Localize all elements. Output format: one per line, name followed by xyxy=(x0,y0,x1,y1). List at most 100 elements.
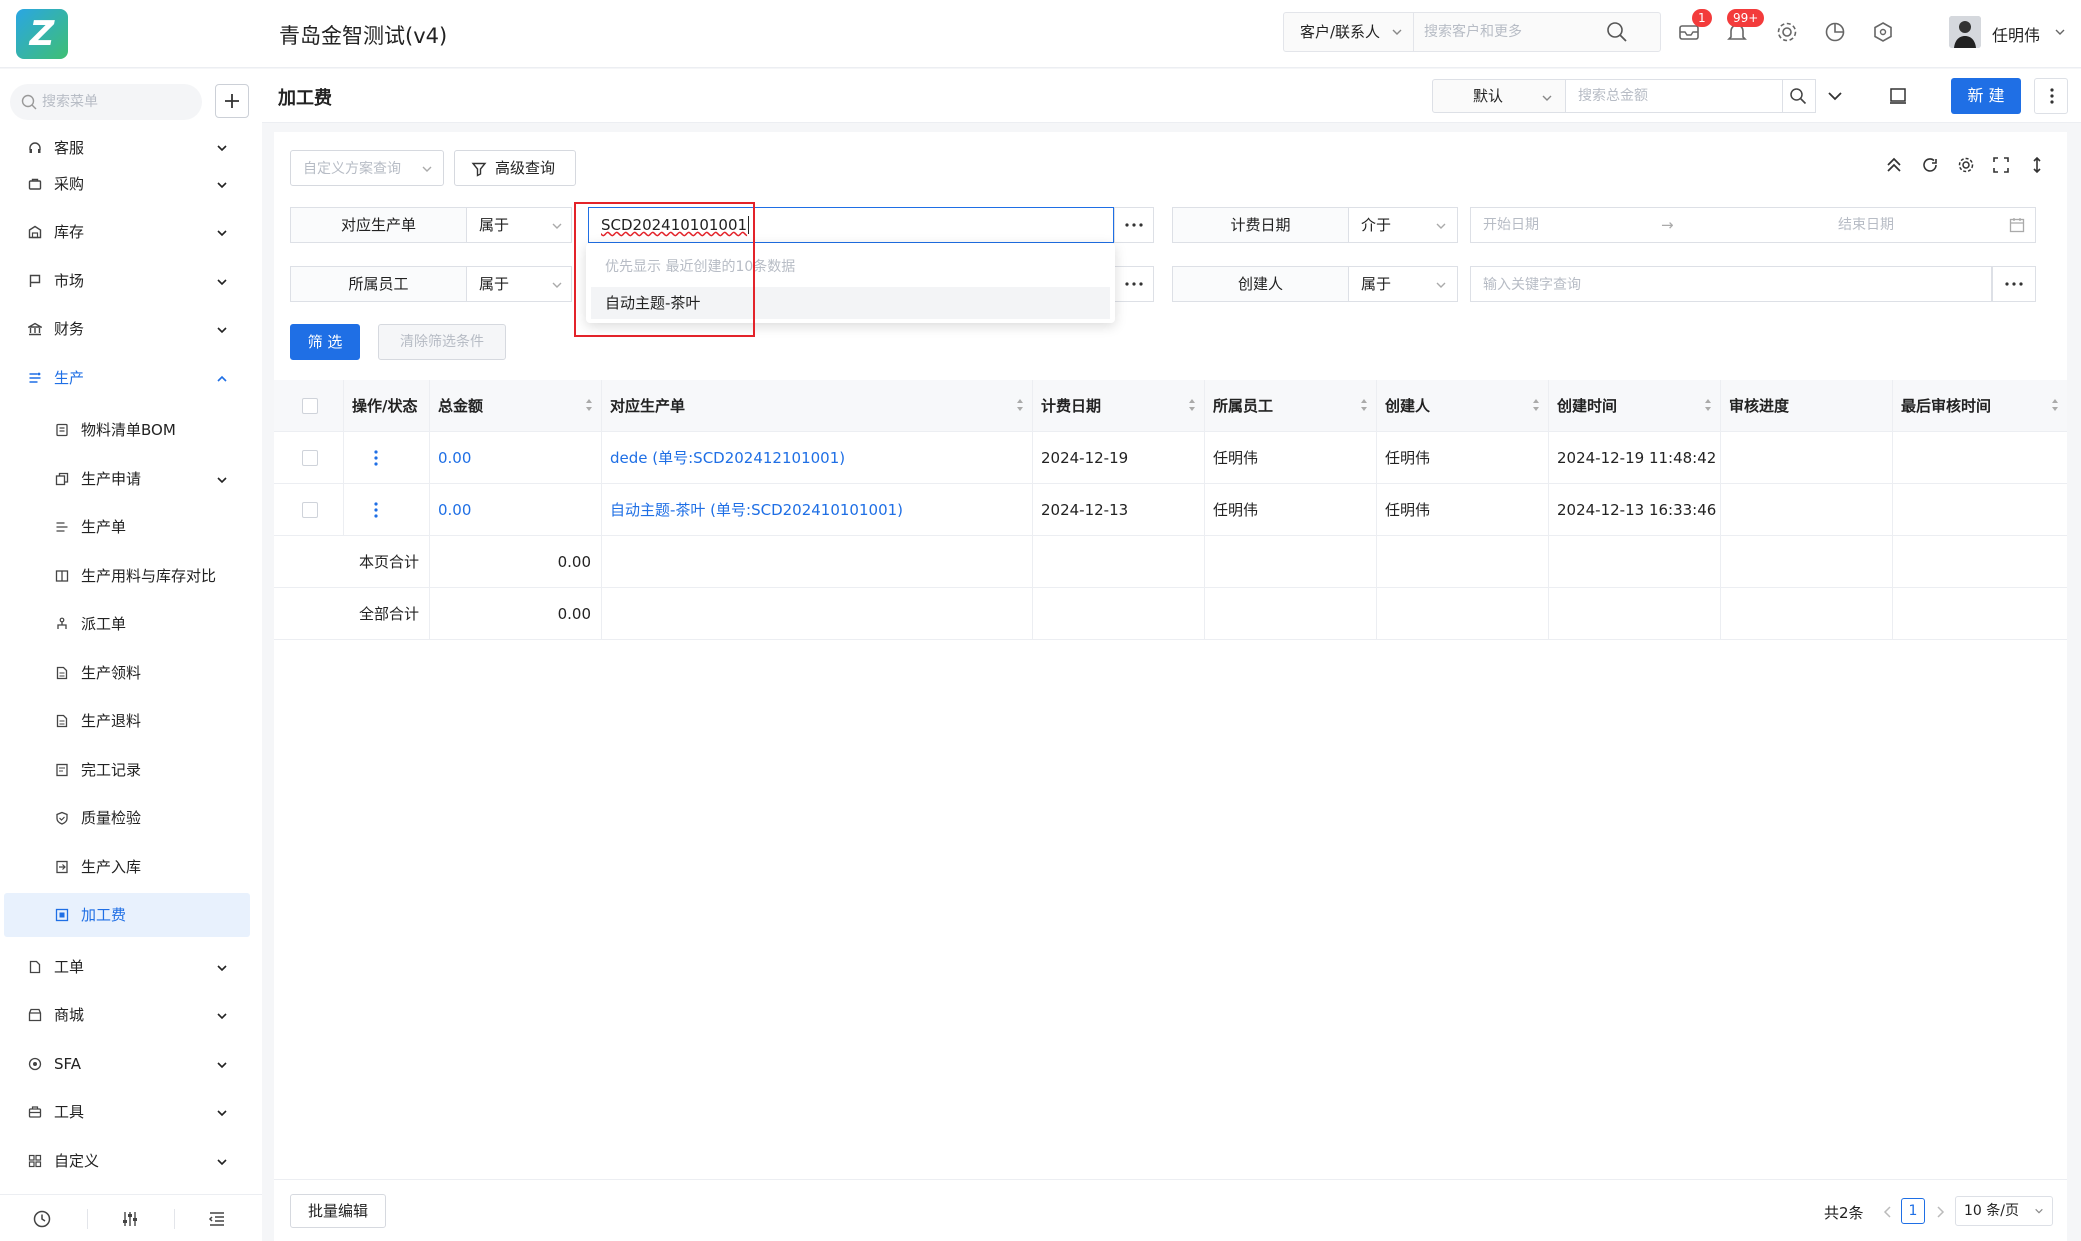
fullscreen-icon[interactable] xyxy=(1992,156,2010,174)
filter-op-creator[interactable]: 属于 xyxy=(1348,266,1458,302)
calendar-icon xyxy=(2009,218,2025,233)
prev-page-icon[interactable] xyxy=(1883,1206,1893,1218)
sidebar-item-inventory[interactable]: 库存 xyxy=(0,212,262,252)
customer-type-select[interactable]: 客户/联系人 xyxy=(1284,13,1414,51)
sidebar-item-bom[interactable]: 物料清单BOM xyxy=(0,410,262,450)
layout-icon[interactable] xyxy=(1888,86,1908,106)
sidebar-item-market[interactable]: 市场 xyxy=(0,261,262,301)
table-header-creator[interactable]: 创建人 xyxy=(1377,380,1549,432)
menu-search-input[interactable]: 搜索菜单 xyxy=(10,84,202,120)
page-total-value: 0.00 xyxy=(430,536,602,588)
filter-op-employee[interactable]: 属于 xyxy=(466,266,572,302)
select-all-checkbox[interactable] xyxy=(302,398,318,414)
history-icon[interactable] xyxy=(32,1209,52,1229)
more-button[interactable] xyxy=(2034,78,2068,114)
add-button[interactable] xyxy=(215,84,249,118)
search-button[interactable] xyxy=(1782,79,1816,113)
table-header-created-time[interactable]: 创建时间 xyxy=(1549,380,1721,432)
chevron-down-icon[interactable] xyxy=(2054,26,2066,38)
row-order-link[interactable]: dede (单号:SCD202412101001) xyxy=(602,432,1033,484)
cube-icon[interactable] xyxy=(1871,20,1895,44)
customer-search-input[interactable]: 搜索客户和更多 xyxy=(1424,13,1604,51)
table-header-order[interactable]: 对应生产单 xyxy=(602,380,1033,432)
next-page-icon[interactable] xyxy=(1935,1206,1945,1218)
employee-more-button[interactable] xyxy=(1114,266,1154,302)
table-header-amount[interactable]: 总金额 xyxy=(430,380,602,432)
sidebar-item-completion[interactable]: 完工记录 xyxy=(0,750,262,790)
table-header-last-audit[interactable]: 最后审核时间 xyxy=(1893,380,2067,432)
billing-date-range[interactable]: 开始日期 → 结束日期 xyxy=(1470,207,2036,243)
sidebar-item-processing-fee[interactable]: 加工费 xyxy=(4,893,250,937)
collapse-menu-icon[interactable] xyxy=(207,1209,227,1229)
sidebar-item-material-compare[interactable]: 生产用料与库存对比 xyxy=(0,556,262,596)
app-logo[interactable]: Z xyxy=(16,9,68,59)
advanced-query-button[interactable]: 高级查询 xyxy=(454,150,576,186)
sidebar-item-label: 生产用料与库存对比 xyxy=(81,567,217,585)
row-amount[interactable]: 0.00 xyxy=(430,484,602,536)
new-button[interactable]: 新 建 xyxy=(1951,78,2021,114)
amount-search-input[interactable]: 搜索总金额 xyxy=(1565,79,1783,113)
sidebar-item-workorder[interactable]: 工单 xyxy=(0,947,262,987)
sidebar-item-custom[interactable]: 自定义 xyxy=(0,1141,262,1181)
more-vertical-icon[interactable] xyxy=(374,502,378,518)
row-checkbox[interactable] xyxy=(302,450,318,466)
custom-query-select[interactable]: 自定义方案查询 xyxy=(290,150,444,186)
sliders-icon[interactable] xyxy=(120,1209,140,1229)
cart-icon xyxy=(28,178,42,190)
page-number[interactable]: 1 xyxy=(1901,1198,1925,1224)
advanced-query-label: 高级查询 xyxy=(494,159,555,177)
sidebar-item-material-return[interactable]: 生产退料 xyxy=(0,701,262,741)
filter-button[interactable]: 筛 选 xyxy=(290,324,360,360)
sidebar-item-production-request[interactable]: 生产申请 xyxy=(0,459,262,499)
sidebar-item-purchase[interactable]: 采购 xyxy=(0,164,262,204)
mail-badge: 1 xyxy=(1692,9,1712,27)
sidebar-item-mall[interactable]: 商城 xyxy=(0,995,262,1035)
user-name[interactable]: 任明伟 xyxy=(1992,22,2040,46)
bell-icon[interactable]: 99+ xyxy=(1725,9,1765,44)
sidebar-item-production-order[interactable]: 生产单 xyxy=(0,507,262,547)
creator-more-button[interactable] xyxy=(1992,266,2036,302)
creator-keyword-input[interactable]: 输入关键字查询 xyxy=(1470,266,1992,302)
page-size-select[interactable]: 10 条/页 xyxy=(1955,1196,2053,1226)
chevron-down-icon[interactable] xyxy=(1827,88,1843,104)
batch-edit-button[interactable]: 批量编辑 xyxy=(290,1194,386,1228)
view-select[interactable]: 默认 xyxy=(1432,79,1566,113)
list-icon xyxy=(56,423,68,437)
sidebar-item-dispatch[interactable]: 派工单 xyxy=(0,604,262,644)
row-last-audit xyxy=(1893,484,2067,536)
mail-icon[interactable]: 1 xyxy=(1677,9,1712,44)
sidebar-item-finance[interactable]: 财务 xyxy=(0,309,262,349)
sidebar-item-material-pick[interactable]: 生产领料 xyxy=(0,653,262,693)
row-checkbox[interactable] xyxy=(302,502,318,518)
sidebar-item-tools[interactable]: 工具 xyxy=(0,1092,262,1132)
row-height-icon[interactable] xyxy=(2028,156,2046,174)
row-order-link[interactable]: 自动主题-茶叶 (单号:SCD202410101001) xyxy=(602,484,1033,536)
more-vertical-icon[interactable] xyxy=(374,450,378,466)
clear-filter-button[interactable]: 清除筛选条件 xyxy=(378,324,506,360)
warehouse-icon xyxy=(28,225,42,239)
chevron-down-icon xyxy=(217,1013,227,1020)
table-header-employee[interactable]: 所属员工 xyxy=(1205,380,1377,432)
gear-icon[interactable] xyxy=(1775,20,1799,44)
pie-chart-icon[interactable] xyxy=(1823,20,1847,44)
production-order-more-button[interactable] xyxy=(1114,207,1154,243)
sidebar-item-inbound[interactable]: 生产入库 xyxy=(0,847,262,887)
refresh-icon[interactable] xyxy=(1921,156,1939,174)
sidebar-item-sfa[interactable]: SFA xyxy=(0,1044,262,1084)
page-header: 加工费 默认 搜索总金额 新 建 xyxy=(262,69,2081,123)
sidebar-item-quality[interactable]: 质量检验 xyxy=(0,798,262,838)
sidebar-item-production[interactable]: 生产 xyxy=(0,358,262,398)
column-label: 最后审核时间 xyxy=(1901,397,1992,415)
filter-op-production-order[interactable]: 属于 xyxy=(466,207,572,243)
table-header-date[interactable]: 计费日期 xyxy=(1033,380,1205,432)
search-icon xyxy=(21,94,37,110)
sidebar-item-label: 采购 xyxy=(54,175,85,193)
avatar[interactable] xyxy=(1949,16,1981,48)
collapse-up-icon[interactable] xyxy=(1885,156,1903,174)
sidebar-item-service[interactable]: 客服 xyxy=(0,134,262,162)
search-icon[interactable] xyxy=(1606,21,1628,43)
gear-icon[interactable] xyxy=(1957,156,1975,174)
row-employee: 任明伟 xyxy=(1205,432,1377,484)
row-amount[interactable]: 0.00 xyxy=(430,432,602,484)
filter-op-billing-date[interactable]: 介于 xyxy=(1348,207,1458,243)
